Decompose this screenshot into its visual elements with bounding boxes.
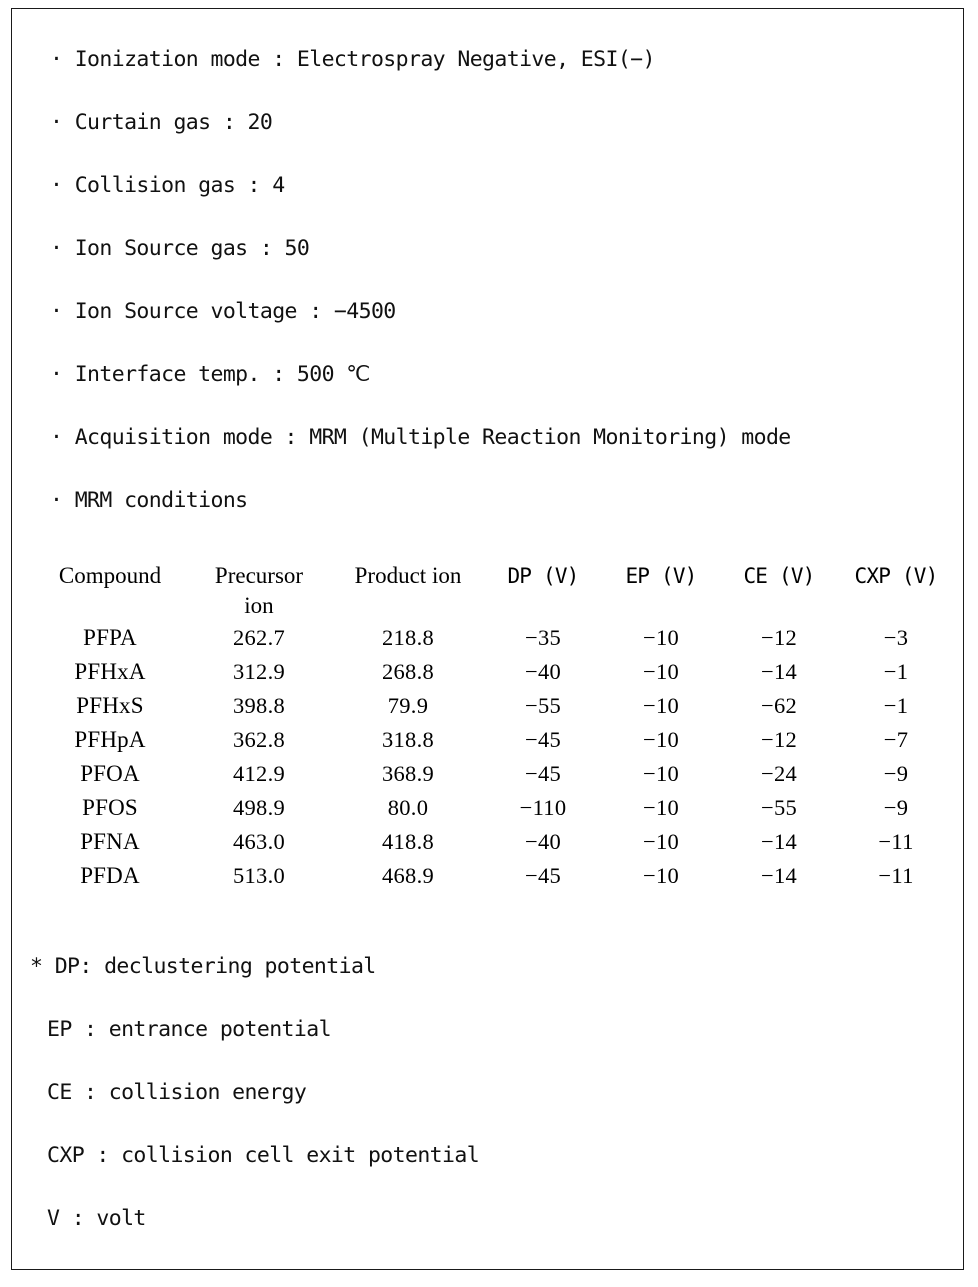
cell-dp: −45 [524,727,562,752]
cell-compound: PFOS [82,795,138,820]
column-header-product-label: Product ion [354,563,462,588]
table-row: PFPA 262.7 218.8 −35 −10 −12 −3 [34,621,954,655]
table-row: PFOS 498.9 80.0 −110 −10 −55 −9 [34,791,954,825]
cell-dp: −55 [524,693,562,718]
column-header-compound: Compound [34,561,186,621]
cell-compound: PFHpA [74,727,146,752]
condition-line-collision-gas: · Collision gas : 4 [50,173,285,198]
table-row: PFHpA 362.8 318.8 −45 −10 −12 −7 [34,723,954,757]
cell-ep: −10 [642,693,680,718]
table-row: PFHxS 398.8 79.9 −55 −10 −62 −1 [34,689,954,723]
cell-dp: −35 [524,625,562,650]
column-header-cxp-label: CXP (V) [854,564,939,588]
condition-line-ion-source-voltage: · Ion Source voltage : −4500 [50,299,396,324]
column-header-precursor-line2: ion [244,593,274,618]
cell-cxp: −7 [883,727,909,752]
column-header-ce: CE (V) [720,561,838,621]
cell-precursor-ion: 312.9 [232,659,286,684]
cell-product-ion: 468.9 [381,863,435,888]
column-header-ep-label: EP (V) [625,564,697,588]
cell-product-ion: 368.9 [381,761,435,786]
footnote-ep: EP : entrance potential [47,1017,332,1042]
cell-ep: −10 [642,625,680,650]
cell-cxp: −11 [878,863,914,888]
cell-dp: −110 [519,795,567,820]
column-header-dp-label: DP (V) [507,564,579,588]
column-header-cxp: CXP (V) [838,561,954,621]
cell-cxp: −3 [883,625,909,650]
column-header-precursor-line1: Precursor [214,563,304,588]
condition-line-mrm-conditions: · MRM conditions [50,488,248,513]
table-header-row: Compound Precursor ion Product ion DP (V… [34,561,954,621]
column-header-precursor-ion: Precursor ion [186,561,332,621]
cell-product-ion: 79.9 [387,693,429,718]
cell-cxp: −9 [883,795,909,820]
mrm-conditions-table-wrapper: Compound Precursor ion Product ion DP (V… [34,561,954,893]
cell-compound: PFHxS [76,693,144,718]
cell-dp: −45 [524,863,562,888]
column-header-ep: EP (V) [602,561,720,621]
cell-precursor-ion: 412.9 [232,761,286,786]
cell-ce: −12 [760,625,798,650]
cell-ep: −10 [642,659,680,684]
cell-cxp: −1 [883,693,909,718]
column-header-product-ion: Product ion [332,561,484,621]
cell-ce: −14 [760,659,798,684]
column-header-compound-label: Compound [58,563,162,588]
cell-ce: −55 [760,795,798,820]
cell-precursor-ion: 513.0 [232,863,286,888]
cell-cxp: −1 [883,659,909,684]
cell-precursor-ion: 463.0 [232,829,286,854]
cell-compound: PFHxA [74,659,146,684]
conditions-list: · Ionization mode : Electrospray Negativ… [50,45,940,549]
cell-product-ion: 268.8 [381,659,435,684]
table-row: PFDA 513.0 468.9 −45 −10 −14 −11 [34,859,954,893]
footnotes-legend: * DP: declustering potential EP : entran… [30,953,930,1268]
cell-dp: −45 [524,761,562,786]
cell-cxp: −11 [878,829,914,854]
table-row: PFHxA 312.9 268.8 −40 −10 −14 −1 [34,655,954,689]
cell-compound: PFNA [80,829,140,854]
cell-ce: −24 [760,761,798,786]
footnote-cxp: CXP : collision cell exit potential [47,1143,480,1168]
cell-product-ion: 218.8 [381,625,435,650]
condition-line-ionization-mode: · Ionization mode : Electrospray Negativ… [50,47,655,72]
condition-line-acquisition-mode: · Acquisition mode : MRM (Multiple React… [50,425,791,450]
cell-compound: PFOA [80,761,140,786]
cell-product-ion: 318.8 [381,727,435,752]
cell-precursor-ion: 398.8 [232,693,286,718]
footnote-ce: CE : collision energy [47,1080,307,1105]
cell-precursor-ion: 498.9 [232,795,286,820]
cell-dp: −40 [524,659,562,684]
cell-ce: −62 [760,693,798,718]
table-row: PFOA 412.9 368.9 −45 −10 −24 −9 [34,757,954,791]
cell-dp: −40 [524,829,562,854]
table-row: PFNA 463.0 418.8 −40 −10 −14 −11 [34,825,954,859]
cell-ce: −14 [760,829,798,854]
cell-ep: −10 [642,795,680,820]
column-header-dp: DP (V) [484,561,602,621]
cell-ep: −10 [642,761,680,786]
cell-compound: PFPA [83,625,137,650]
footnote-v: V : volt [47,1206,146,1231]
condition-line-ion-source-gas: · Ion Source gas : 50 [50,236,310,261]
cell-ep: −10 [642,829,680,854]
column-header-ce-label: CE (V) [743,564,815,588]
condition-line-curtain-gas: · Curtain gas : 20 [50,110,273,135]
document-frame: · Ionization mode : Electrospray Negativ… [11,8,964,1270]
cell-product-ion: 418.8 [381,829,435,854]
cell-ep: −10 [642,727,680,752]
mrm-conditions-table: Compound Precursor ion Product ion DP (V… [34,561,954,893]
cell-precursor-ion: 362.8 [232,727,286,752]
cell-compound: PFDA [80,863,140,888]
cell-ep: −10 [642,863,680,888]
condition-line-interface-temp: · Interface temp. : 500 ℃ [50,362,370,387]
cell-ce: −14 [760,863,798,888]
cell-precursor-ion: 262.7 [232,625,286,650]
footnote-dp: * DP: declustering potential [30,954,376,979]
cell-ce: −12 [760,727,798,752]
cell-product-ion: 80.0 [387,795,429,820]
cell-cxp: −9 [883,761,909,786]
